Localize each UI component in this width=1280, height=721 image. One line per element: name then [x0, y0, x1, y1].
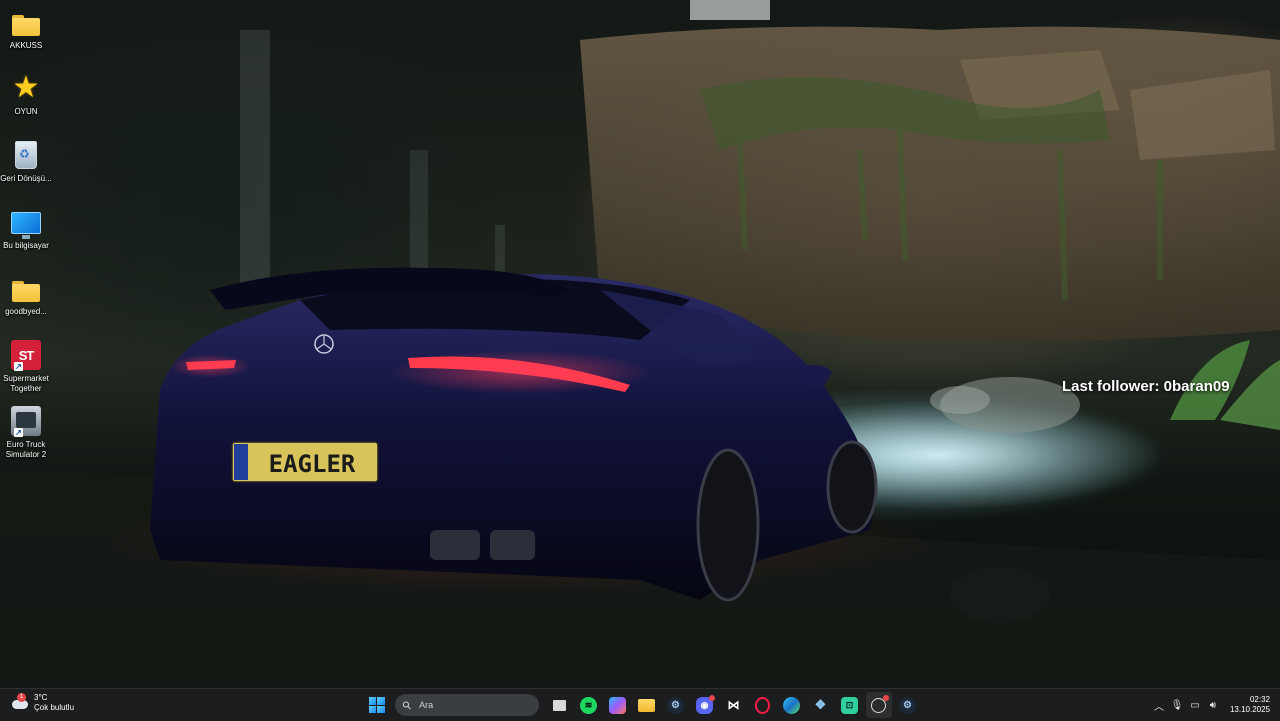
recycle-bin-icon: [15, 141, 37, 169]
volume-icon: 🔊︎: [1209, 699, 1217, 711]
system-tray: ︿ 🎙︎ ▭ 🔊︎ 02:32 13.10.2025: [1150, 693, 1270, 717]
desktop-icon-supermarket-together[interactable]: ST ↗ Supermarket Together: [0, 339, 52, 394]
desktop-icon-label: OYUN: [14, 107, 38, 116]
chevron-up-icon: ︿: [1153, 701, 1164, 713]
show-hidden-icons-button[interactable]: ︿: [1150, 696, 1168, 714]
search-input[interactable]: [417, 699, 532, 711]
desktop-icon-label: Bu bilgisayar: [3, 241, 49, 250]
search-icon: ⚲: [400, 698, 415, 713]
steam-icon: ⚙: [667, 696, 684, 714]
taskbar-app-file-explorer[interactable]: [634, 692, 660, 718]
wallpaper-scene: EAGLER: [0, 0, 1280, 688]
opera-gx-icon: [755, 696, 770, 714]
taskbar-app-spotify[interactable]: ≋: [576, 692, 602, 718]
clock-time: 02:32: [1249, 695, 1270, 704]
task-view-button[interactable]: [547, 692, 573, 718]
taskbar-app-copilot[interactable]: [605, 692, 631, 718]
weather-widget[interactable]: 1 3°C Çok bulutlu: [10, 693, 74, 713]
microphone-icon: 🎙︎: [1170, 699, 1184, 711]
edge-icon: [783, 696, 800, 714]
desktop-icon-euro-truck-simulator[interactable]: ↗ Euro Truck Simulator 2: [0, 405, 52, 460]
recording-dot: [882, 695, 889, 701]
desktop-icon-label: goodbyed...: [5, 307, 47, 316]
desktop-wallpaper: EAGLER: [0, 0, 1280, 688]
taskbar-app-capcut[interactable]: ⋈: [721, 692, 747, 718]
taskbar-app-steam[interactable]: ⚙: [663, 692, 689, 718]
notification-dot: [708, 695, 715, 701]
desktop-icon-label: Supermarket Together: [3, 374, 49, 393]
taskbar-app-discord[interactable]: ◉: [692, 692, 718, 718]
xbox-app-icon: ⊡: [841, 696, 858, 714]
windows-logo-icon: [368, 697, 385, 713]
volume-button[interactable]: 🔊︎: [1204, 696, 1222, 714]
file-explorer-icon: [638, 698, 655, 712]
taskbar-app-edge[interactable]: [779, 692, 805, 718]
desktop-icon-recycle-bin[interactable]: Geri Dönüşü...: [0, 139, 52, 184]
desktop-icon-goodbyed[interactable]: goodbyed...: [0, 272, 52, 317]
weather-badge: 1: [17, 693, 26, 702]
folder-icon: [12, 280, 40, 302]
desktop-icon-label: Geri Dönüşü...: [0, 174, 52, 183]
copilot-icon: [609, 696, 626, 714]
capcut-icon: ⋈: [727, 698, 740, 712]
cloudy-weather-icon: 1: [10, 693, 30, 713]
taskbar-search[interactable]: ⚲: [395, 694, 539, 716]
steam-icon: ⚙: [899, 696, 916, 714]
task-view-icon: [553, 699, 566, 711]
shortcut-arrow-icon: ↗: [14, 428, 23, 437]
taskbar-center: ⚲ ≋ ⚙ ◉ ⋈ ❖: [362, 692, 922, 718]
taskbar-app-xbox[interactable]: ⊡: [837, 692, 863, 718]
start-button[interactable]: [364, 692, 390, 718]
desktop-icon-this-pc[interactable]: Bu bilgisayar: [0, 206, 52, 251]
taskbar-app-steam-2[interactable]: ⚙: [895, 692, 921, 718]
taskbar-app-obs[interactable]: [865, 692, 892, 718]
weather-temperature: 3°C: [34, 693, 48, 702]
license-plate-text: EAGLER: [269, 450, 356, 478]
microphone-button[interactable]: 🎙︎: [1168, 696, 1186, 714]
network-app-icon: ❖: [814, 697, 827, 712]
folder-icon: [12, 14, 40, 36]
clock-date: 13.10.2025: [1229, 705, 1270, 714]
taskbar-app-network[interactable]: ❖: [808, 692, 834, 718]
last-follower-overlay: Last follower: 0baran09: [1062, 378, 1230, 395]
desktop-icon-label: Euro Truck Simulator 2: [5, 440, 47, 459]
shortcut-arrow-icon: ↗: [14, 362, 23, 371]
desktop-icon-oyun[interactable]: ★ OYUN: [0, 72, 52, 117]
desktop-icon-label: AKKUSS: [9, 41, 43, 50]
network-icon: ▭: [1190, 699, 1200, 711]
star-icon: ★: [12, 71, 40, 104]
network-button[interactable]: ▭: [1186, 696, 1204, 714]
taskbar: 1 3°C Çok bulutlu ⚲ ≋ ⚙ ◉: [0, 688, 1280, 721]
clock[interactable]: 02:32 13.10.2025: [1230, 695, 1270, 715]
computer-icon: [11, 212, 41, 239]
weather-condition: Çok bulutlu: [34, 703, 75, 712]
spotify-icon: ≋: [580, 696, 597, 714]
taskbar-app-opera-gx[interactable]: [750, 692, 776, 718]
desktop-icon-akkuss[interactable]: AKKUSS: [0, 6, 52, 51]
